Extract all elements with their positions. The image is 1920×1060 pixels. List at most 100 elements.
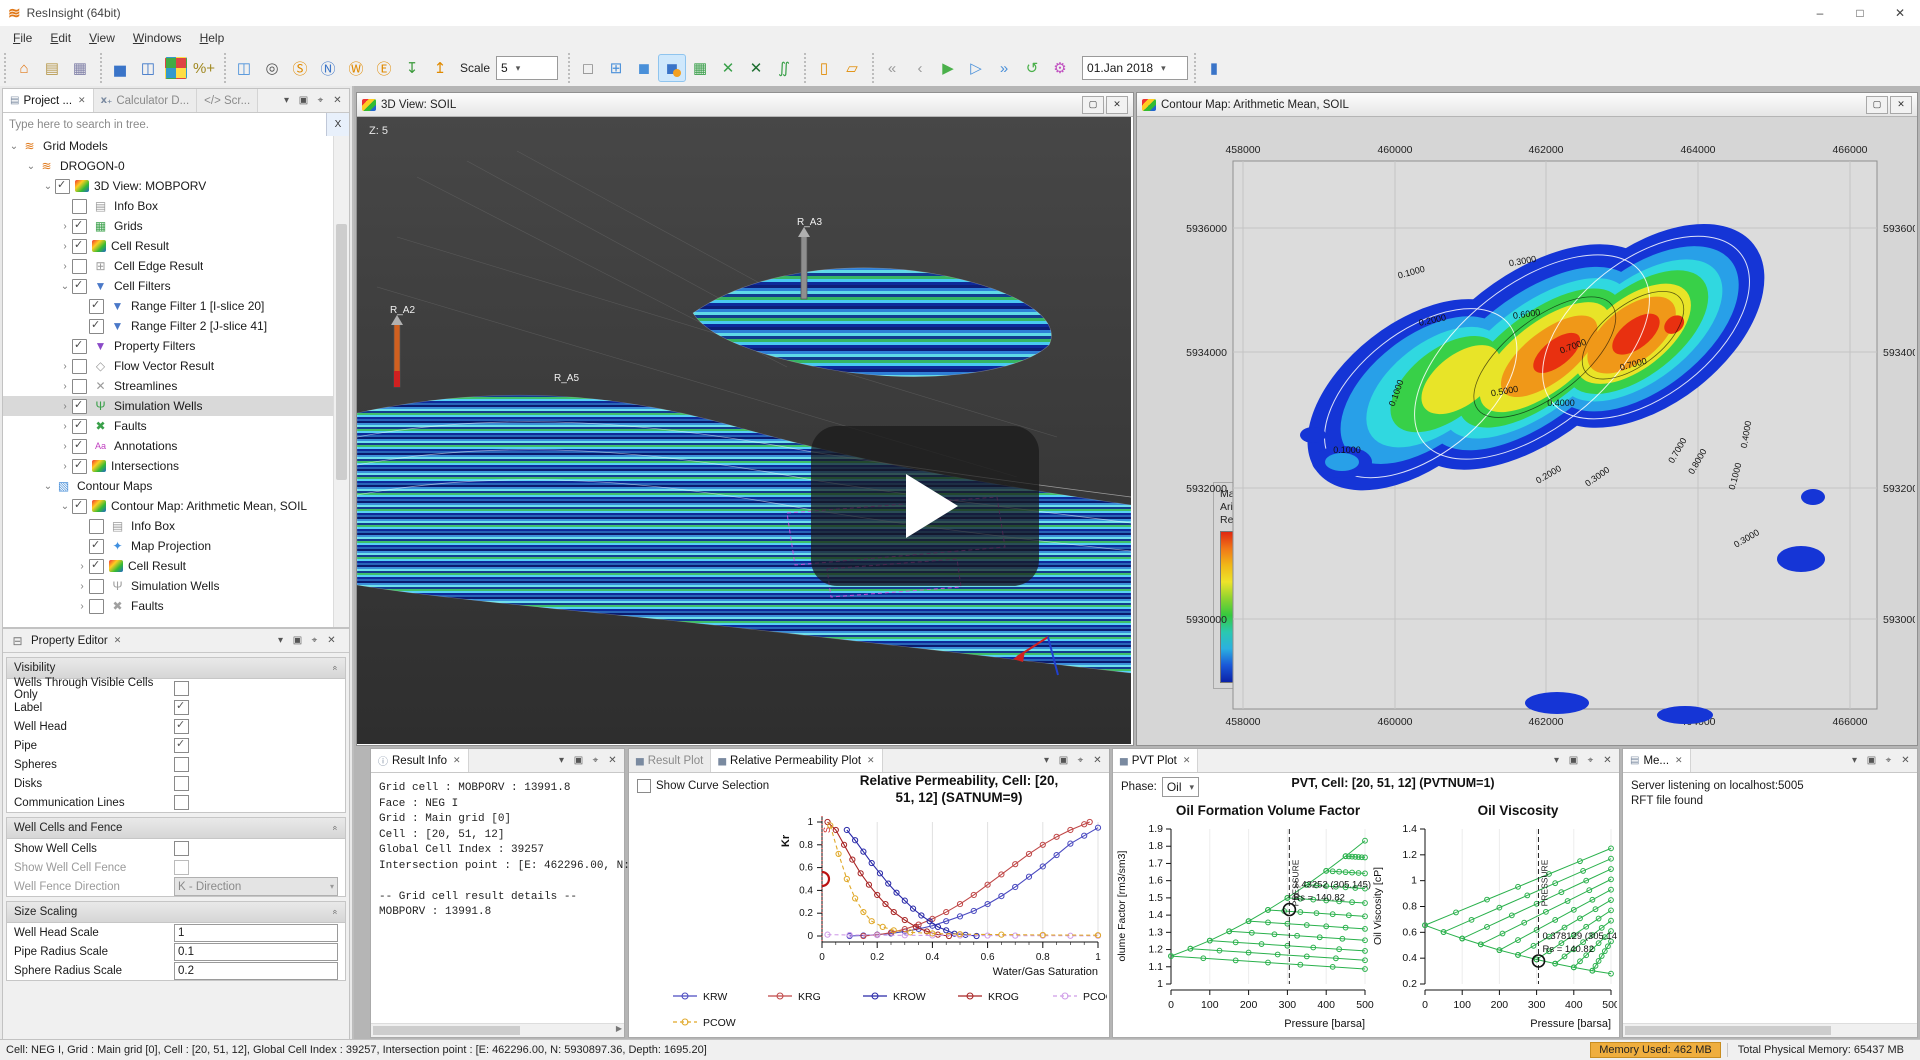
prop-checkbox[interactable] xyxy=(174,841,189,856)
tree-checkbox[interactable] xyxy=(89,579,104,594)
menu-windows[interactable]: Windows xyxy=(124,28,191,48)
dock-close-icon[interactable]: ✕ xyxy=(604,755,621,766)
prop-input[interactable]: 0.2 xyxy=(174,962,338,980)
dock-close-icon[interactable]: ✕ xyxy=(1089,755,1106,766)
pin-icon[interactable]: ⌖ xyxy=(312,95,329,106)
expander-icon[interactable]: › xyxy=(58,421,72,432)
prop-checkbox[interactable] xyxy=(174,860,189,875)
show-faults-color-icon[interactable]: ✕ xyxy=(742,54,770,82)
tree-item-grid-models[interactable]: ⌄≋Grid Models xyxy=(3,136,334,156)
view-cube-outline-icon[interactable]: ◻ xyxy=(574,54,602,82)
tree-checkbox[interactable] xyxy=(72,279,87,294)
timestep-select[interactable]: 01.Jan 2018▾ xyxy=(1082,56,1188,80)
expander-icon[interactable]: › xyxy=(58,401,72,412)
tree-item-simulation-wells[interactable]: ›ΨSimulation Wells xyxy=(3,576,334,596)
prop-input[interactable]: 0.1 xyxy=(174,943,338,961)
tab-pvt-plot[interactable]: ▅PVT Plot✕ xyxy=(1113,749,1198,772)
tab-relative-permeability-plot[interactable]: ▅Relative Permeability Plot✕ xyxy=(711,749,882,772)
tree-item-3d-view-mobporv[interactable]: ⌄3D View: MOBPORV xyxy=(3,176,334,196)
plot-main-window-icon[interactable]: ▅ xyxy=(106,54,134,82)
tree-item-simulation-wells[interactable]: ›ΨSimulation Wells xyxy=(3,396,334,416)
summary-plot-icon[interactable]: %+ xyxy=(190,54,218,82)
view-cube-wire-icon[interactable]: ⊞ xyxy=(602,54,630,82)
tree-checkbox[interactable] xyxy=(55,179,70,194)
tree-checkbox[interactable] xyxy=(89,599,104,614)
tree-checkbox[interactable] xyxy=(89,299,104,314)
property-editor-tab[interactable]: Property Editor xyxy=(31,635,108,647)
tree-item-grids[interactable]: ›▦Grids xyxy=(3,216,334,236)
expander-icon[interactable]: › xyxy=(58,381,72,392)
result-info-hscrollbar[interactable]: ▶ xyxy=(371,1023,624,1037)
pin-icon[interactable]: ⌖ xyxy=(1582,755,1599,766)
plot-window-toggle-icon[interactable]: ▮ xyxy=(1200,54,1228,82)
contour-restore-button[interactable]: ▢ xyxy=(1866,96,1888,114)
tree-checkbox[interactable] xyxy=(72,439,87,454)
anim-repeat-icon[interactable]: ↺ xyxy=(1018,54,1046,82)
expander-icon[interactable]: › xyxy=(58,441,72,452)
tree-checkbox[interactable] xyxy=(72,219,87,234)
dock-close-icon[interactable]: ✕ xyxy=(329,95,346,106)
tab-me-[interactable]: ▤Me...✕ xyxy=(1623,749,1691,772)
tree-checkbox[interactable] xyxy=(72,379,87,394)
view-east-icon[interactable]: Ⓔ xyxy=(370,54,398,82)
tab-close-icon[interactable]: ✕ xyxy=(1675,755,1683,766)
tree-checkbox[interactable] xyxy=(72,499,87,514)
snap-up-icon[interactable]: ↥ xyxy=(426,54,454,82)
show-grid-mesh-icon[interactable]: ▦ xyxy=(686,54,714,82)
dock-menu-icon[interactable]: ▾ xyxy=(1846,755,1863,766)
prop-input[interactable]: 1 xyxy=(174,924,338,942)
prop-select[interactable]: K - Direction▾ xyxy=(174,877,338,896)
tree-item-streamlines[interactable]: ›✕Streamlines xyxy=(3,376,334,396)
dock-close-icon[interactable]: ✕ xyxy=(323,635,340,646)
section-header[interactable]: Size Scaling« xyxy=(7,902,345,923)
tree-item-info-box[interactable]: ▤Info Box xyxy=(3,516,334,536)
tree-checkbox[interactable] xyxy=(72,419,87,434)
tree-checkbox[interactable] xyxy=(72,339,87,354)
tree-item-cell-filters[interactable]: ⌄▼Cell Filters xyxy=(3,276,334,296)
expander-icon[interactable]: ⌄ xyxy=(58,501,72,512)
scale-select[interactable]: 5▾ xyxy=(496,56,558,80)
messages-hscrollbar[interactable] xyxy=(1623,1023,1917,1037)
tree-item-info-box[interactable]: ▤Info Box xyxy=(3,196,334,216)
show-faults-icon[interactable]: ✕ xyxy=(714,54,742,82)
anim-play-fwd-icon[interactable]: ▷ xyxy=(962,54,990,82)
expander-icon[interactable]: › xyxy=(75,581,89,592)
tree-item-annotations[interactable]: ›AaAnnotations xyxy=(3,436,334,456)
prop-checkbox[interactable] xyxy=(174,776,189,791)
tree-item-faults[interactable]: ›✖Faults xyxy=(3,596,334,616)
tree-item-flow-vector-result[interactable]: ›◇Flow Vector Result xyxy=(3,356,334,376)
tab-result-info[interactable]: ⓘResult Info✕ xyxy=(371,749,469,772)
view-cube-solid-icon[interactable]: ◼ xyxy=(630,54,658,82)
prop-checkbox[interactable] xyxy=(174,681,189,696)
menu-help[interactable]: Help xyxy=(191,28,234,48)
tree-checkbox[interactable] xyxy=(72,359,87,374)
tree-item-property-filters[interactable]: ▼Property Filters xyxy=(3,336,334,356)
expander-icon[interactable]: › xyxy=(58,221,72,232)
menu-file[interactable]: File xyxy=(4,28,41,48)
tab--scr-[interactable]: </> Scr... xyxy=(197,89,258,112)
menu-view[interactable]: View xyxy=(80,28,124,48)
clear-search-button[interactable]: X xyxy=(326,113,349,136)
prop-checkbox[interactable] xyxy=(174,719,189,734)
tree-item-range-filter-1-i-slice-20-[interactable]: ▼Range Filter 1 [I-slice 20] xyxy=(3,296,334,316)
expander-icon[interactable]: ⌄ xyxy=(58,281,72,292)
tree-item-range-filter-2-j-slice-41-[interactable]: ▼Range Filter 2 [J-slice 41] xyxy=(3,316,334,336)
expander-icon[interactable]: › xyxy=(58,261,72,272)
float-icon[interactable]: ▣ xyxy=(1863,755,1880,766)
tree-checkbox[interactable] xyxy=(89,519,104,534)
zoom-all-icon[interactable]: ◎ xyxy=(258,54,286,82)
float-icon[interactable]: ▣ xyxy=(295,95,312,106)
tree-item-contour-maps[interactable]: ⌄▧Contour Maps xyxy=(3,476,334,496)
minimize-button[interactable]: – xyxy=(1800,0,1840,26)
snap-down-icon[interactable]: ↧ xyxy=(398,54,426,82)
open-project-icon[interactable]: ⌂ xyxy=(10,54,38,82)
view3d-restore-button[interactable]: ▢ xyxy=(1082,96,1104,114)
tree-checkbox[interactable] xyxy=(72,259,87,274)
dock-menu-icon[interactable]: ▾ xyxy=(1038,755,1055,766)
expander-icon[interactable]: ⌄ xyxy=(41,481,55,492)
view-west-icon[interactable]: Ⓦ xyxy=(342,54,370,82)
float-icon[interactable]: ▣ xyxy=(1565,755,1582,766)
tree-checkbox[interactable] xyxy=(89,559,104,574)
tree-search-input[interactable] xyxy=(3,113,326,136)
video-play-overlay[interactable] xyxy=(811,426,1039,586)
